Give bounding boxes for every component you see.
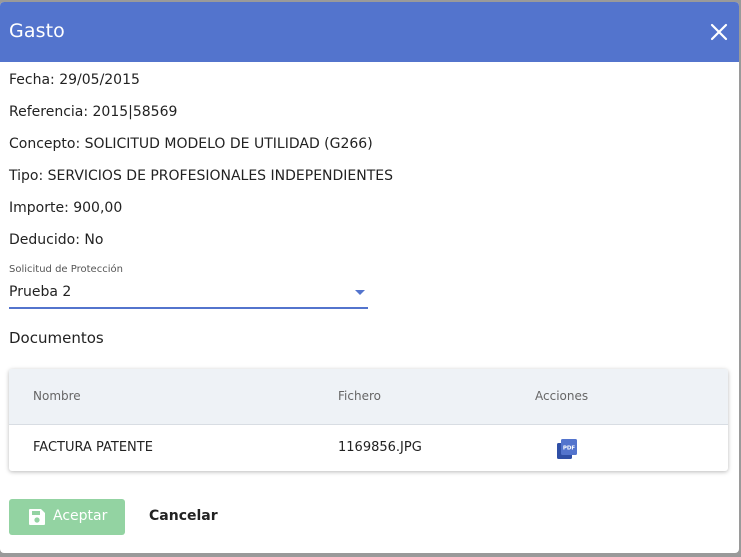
documentos-title: Documentos [9, 329, 104, 347]
column-header-nombre: Nombre [33, 389, 81, 403]
gasto-dialog: Gasto Fecha: 29/05/2015 Referencia: 2015… [0, 2, 739, 553]
cancel-button-label: Cancelar [149, 508, 218, 524]
dialog-header: Gasto [0, 2, 739, 62]
dropdown-arrow-icon [355, 290, 365, 295]
row-fichero: 1169856.JPG [338, 440, 422, 455]
referencia-text: Referencia: 2015|58569 [9, 104, 178, 120]
svg-text:PDF: PDF [563, 446, 576, 452]
importe-text: Importe: 900,00 [9, 200, 123, 216]
solicitud-label: Solicitud de Protección [9, 264, 123, 275]
tipo-text: Tipo: SERVICIOS DE PROFESIONALES INDEPEN… [9, 168, 394, 184]
cancel-button[interactable]: Cancelar [135, 499, 231, 535]
accept-button-label: Aceptar [53, 508, 108, 524]
fecha-text: Fecha: 29/05/2015 [9, 72, 140, 88]
save-icon [27, 507, 47, 527]
concepto-text: Concepto: SOLICITUD MODELO DE UTILIDAD (… [9, 136, 373, 152]
documentos-table: Nombre Fichero Acciones FACTURA PATENTE … [9, 369, 728, 471]
column-header-fichero: Fichero [338, 389, 381, 403]
row-nombre: FACTURA PATENTE [33, 440, 153, 455]
dialog-title: Gasto [9, 20, 65, 42]
accept-button[interactable]: Aceptar [9, 499, 125, 535]
column-header-acciones: Acciones [535, 389, 589, 403]
close-icon[interactable] [707, 20, 731, 44]
pdf-icon[interactable]: PDF [556, 438, 578, 460]
table-header: Nombre Fichero Acciones [9, 369, 728, 425]
solicitud-select[interactable]: Prueba 2 [9, 282, 368, 309]
deducido-text: Deducido: No [9, 232, 104, 248]
solicitud-selected-value: Prueba 2 [9, 284, 72, 300]
